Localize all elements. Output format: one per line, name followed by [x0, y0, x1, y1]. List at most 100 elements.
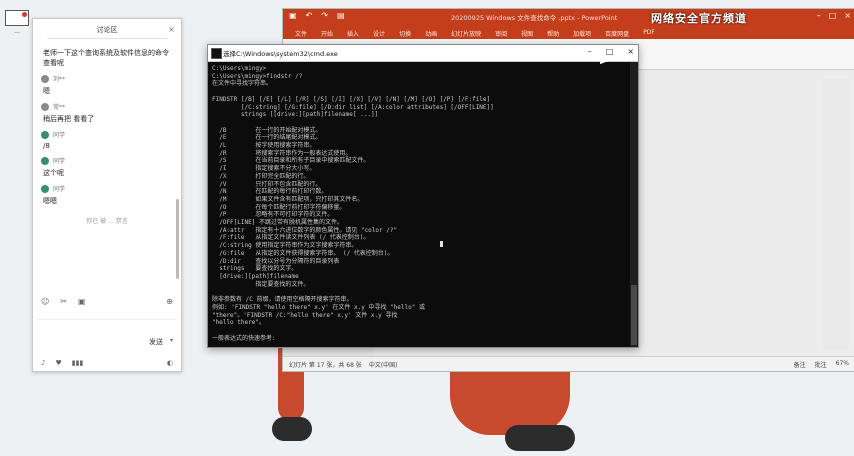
scissors-icon[interactable]: ✂: [60, 297, 67, 306]
chat-message: 同学 嗯嗯: [41, 184, 66, 205]
maximize-icon[interactable]: □: [606, 47, 614, 56]
tab-review[interactable]: 审阅: [489, 25, 515, 39]
cmd-line: /L 按字使用搜索字符串。: [212, 142, 316, 150]
powerpoint-statusbar: 幻灯片 第 17 张，共 68 张 中文(中国) 备注 批注 67%: [283, 356, 854, 371]
cmd-line: /X 打印完全匹配的行。: [212, 172, 310, 180]
cmd-line: "there"。'FINDSTR /C:"hello there" x.y' 文…: [212, 311, 398, 319]
cmd-line: 在文件中寻找字符串。: [212, 80, 273, 88]
slide-canvas-edge[interactable]: [823, 79, 849, 349]
emoji-icon[interactable]: ☺: [41, 297, 49, 306]
monitor-icon: [5, 10, 29, 26]
cmd-line: 除非参数有 /C 前缀，请使用空格隔开搜索字符串。: [212, 296, 353, 304]
tab-transitions[interactable]: 切换: [393, 25, 419, 39]
cmd-line: strings [[drive:][path]filename[ ...]]: [212, 111, 379, 119]
add-icon[interactable]: ⊕: [166, 297, 173, 306]
cmd-line: /P 忽略有不可打印字符的文件。: [212, 211, 334, 219]
tab-pdf[interactable]: PDF: [637, 25, 663, 39]
chat-scrollbar[interactable]: [176, 199, 179, 279]
desktop-shortcut-label: ...: [14, 28, 20, 35]
send-button[interactable]: 发送: [149, 337, 163, 347]
notes-button[interactable]: 备注: [794, 360, 806, 369]
cmd-line: /M 如果文件含有匹配项，只打印其文件名。: [212, 195, 364, 203]
slide-counter: 幻灯片 第 17 张，共 68 张: [289, 362, 362, 369]
cmd-line: 例如: 'FINDSTR "hello there" x.y' 在文件 x.y …: [212, 303, 425, 311]
cmd-line: C:\Users\mingy>: [212, 65, 267, 72]
chat-message: 刘** 嗯: [41, 74, 66, 95]
avatar: [41, 102, 49, 111]
tab-view[interactable]: 视图: [515, 25, 541, 39]
tab-help[interactable]: 帮助: [541, 25, 567, 39]
tab-file[interactable]: 文件: [289, 25, 315, 39]
wallpaper-shoe-right: [505, 425, 575, 451]
cmd-line: strings 要查找的文字。: [212, 265, 298, 273]
cmd-line: /S 在当前目录和所有子目录中搜索匹配文件。: [212, 157, 370, 165]
avatar: [41, 156, 49, 165]
tab-design[interactable]: 设计: [367, 25, 393, 39]
cmd-line: /OFF[LINE] 不跳过带有脱机属性集的文件。: [212, 219, 343, 227]
chat-message: 老师一下这个查询系统及软件信息的命令查看呢: [43, 49, 169, 67]
tab-baidu[interactable]: 百度网盘: [599, 25, 637, 39]
tab-slideshow[interactable]: 幻灯片放映: [445, 25, 489, 39]
undo-icon[interactable]: ↶: [306, 11, 313, 20]
cmd-line: 指定要查找的文件。: [212, 280, 310, 288]
save-icon[interactable]: ▣: [289, 11, 297, 20]
redo-icon[interactable]: ↷: [321, 11, 328, 20]
cmd-line: [drive:][path]filename: [212, 272, 299, 280]
tab-addins[interactable]: 加载项: [567, 25, 599, 39]
avatar: [41, 130, 49, 139]
ribbon-tabs: 文件 开始 插入 设计 切换 动画 幻灯片放映 审阅 视图 帮助 加载项 百度网…: [283, 25, 854, 39]
tab-animations[interactable]: 动画: [419, 25, 445, 39]
cmd-titlebar[interactable]: 选择C:\Windows\system32\cmd.exe – □ ×: [208, 45, 638, 62]
terminal-icon: [211, 48, 222, 59]
cmd-line: [212, 119, 626, 127]
cmd-line: "hello there"。: [212, 319, 265, 327]
tab-insert[interactable]: 插入: [341, 25, 367, 39]
cmd-line: /N 在匹配的每行前打印行数。: [212, 188, 328, 196]
minimize-icon[interactable]: –: [588, 47, 592, 56]
close-icon[interactable]: ×: [168, 19, 175, 41]
maximize-icon[interactable]: □: [829, 11, 837, 20]
avatar: [41, 74, 49, 83]
cmd-output[interactable]: C:\Users\mingy> C:\Users\mingy>findstr /?…: [208, 62, 630, 347]
chat-message: 同学 /8: [41, 130, 66, 150]
cmd-line: FINDSTR [/B] [/E] [/L] [/R] [/S] [/I] [/…: [212, 95, 491, 103]
language-indicator[interactable]: 中文(中国): [369, 360, 398, 369]
cmd-line: C:\Users\mingy>findstr /?: [212, 72, 303, 80]
microphone-icon[interactable]: ♪: [41, 359, 45, 367]
cmd-line: /E 在一行的结尾配对模式。: [212, 134, 322, 142]
discussion-header: 讨论区 ×: [33, 19, 181, 41]
cmd-title: 选择C:\Windows\system32\cmd.exe: [223, 50, 338, 58]
chat-mute-notice: 你已 被 ... 禁言: [86, 218, 128, 225]
audio-level-icon: ▮▮▮: [71, 359, 84, 367]
chat-toolbar: ☺ ✂ ▣ ⊕: [41, 297, 173, 306]
chevron-down-icon[interactable]: ▾: [170, 337, 173, 344]
powerpoint-titlebar: ▣ ↶ ↷ ▤ 20200925 Windows 文件查找命令 .pptx - …: [283, 9, 854, 25]
desktop-shortcut[interactable]: ...: [5, 10, 29, 35]
minimize-icon[interactable]: –: [817, 11, 821, 20]
thumbs-up-icon[interactable]: ♥: [55, 359, 61, 367]
cmd-scrollbar[interactable]: [630, 62, 638, 347]
close-icon[interactable]: ×: [844, 11, 851, 20]
cmd-line: /C:string 使用指定字符串作为文字搜索字符串。: [212, 242, 358, 250]
cmd-line: [212, 88, 626, 96]
cmd-line: [212, 327, 626, 335]
speaker-icon[interactable]: ◐: [167, 359, 173, 367]
cmd-line: 一般表达式的快速参考:: [212, 334, 276, 342]
image-icon[interactable]: ▣: [78, 297, 86, 306]
cmd-window[interactable]: 选择C:\Windows\system32\cmd.exe – □ × C:\U…: [207, 44, 639, 348]
wallpaper-shoe-left: [272, 417, 312, 441]
cmd-line: [/C:string] [/G:file] [/D:dir list] [/A:…: [212, 103, 494, 111]
document-title: 20200925 Windows 文件查找命令 .pptx - PowerPoi…: [451, 14, 618, 22]
discussion-panel: 讨论区 × 老师一下这个查询系统及软件信息的命令查看呢 刘** 嗯 常** 稍后…: [32, 18, 182, 372]
zoom-level[interactable]: 67%: [836, 360, 849, 369]
chat-message: 常** 稍后再把 看看了: [41, 102, 95, 123]
chat-message: 同学 这个呢: [41, 156, 66, 177]
user-banner: 网络安全官方频道: [651, 12, 747, 25]
present-icon[interactable]: ▤: [337, 11, 345, 20]
cmd-line: /I 指定搜索不分大小写。: [212, 165, 316, 173]
close-icon[interactable]: ×: [627, 47, 634, 56]
cmd-line: /G:file 从指定的文件获得搜索字符串。 (/ 代表控制台)。: [212, 249, 394, 257]
text-cursor: [440, 241, 443, 247]
tab-home[interactable]: 开始: [315, 25, 341, 39]
comments-button[interactable]: 批注: [815, 360, 827, 369]
